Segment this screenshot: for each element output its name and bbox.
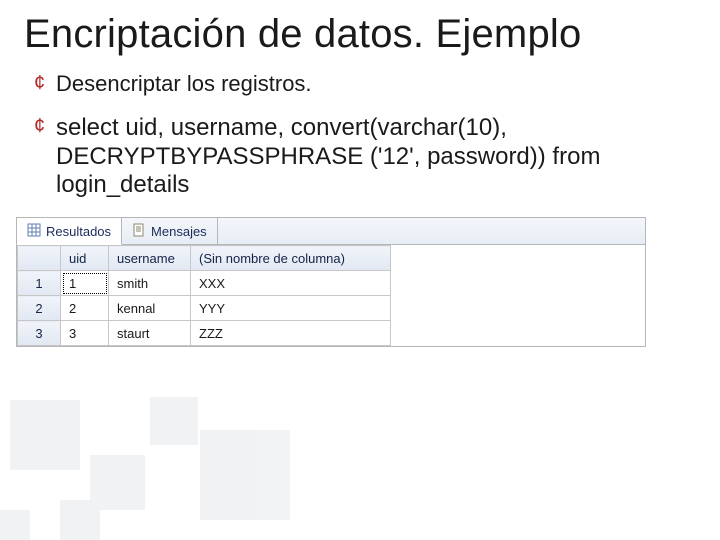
cell-col3[interactable]: XXX	[191, 271, 391, 296]
row-header[interactable]: 1	[18, 271, 61, 296]
row-header[interactable]: 3	[18, 321, 61, 346]
table-row[interactable]: 1 1 smith XXX	[18, 271, 391, 296]
cell-username[interactable]: kennal	[109, 296, 191, 321]
decorative-background	[0, 340, 320, 540]
tab-messages[interactable]: Mensajes	[122, 218, 218, 244]
col-header-username[interactable]: username	[109, 246, 191, 271]
col-header-uid[interactable]: uid	[61, 246, 109, 271]
results-tabstrip: Resultados Mensajes	[17, 218, 645, 245]
cell-uid[interactable]: 2	[61, 296, 109, 321]
bullet-1: ¢ Desencriptar los registros.	[34, 71, 686, 96]
cell-uid[interactable]: 3	[61, 321, 109, 346]
slide-title: Encriptación de datos. Ejemplo	[0, 0, 720, 65]
grid-header-row: uid username (Sin nombre de columna)	[18, 246, 391, 271]
cell-col3[interactable]: ZZZ	[191, 321, 391, 346]
bullet-marker-icon: ¢	[34, 71, 56, 96]
bullet-marker-icon: ¢	[34, 114, 56, 139]
table-row[interactable]: 2 2 kennal YYY	[18, 296, 391, 321]
cell-username[interactable]: smith	[109, 271, 191, 296]
cell-uid[interactable]: 1	[61, 271, 109, 296]
cell-col3[interactable]: YYY	[191, 296, 391, 321]
table-row[interactable]: 3 3 staurt ZZZ	[18, 321, 391, 346]
bullet-2: ¢ select uid, username, convert(varchar(…	[34, 114, 686, 199]
bullet-2-text: select uid, username, convert(varchar(10…	[56, 114, 686, 199]
grid-corner	[18, 246, 61, 271]
cell-username[interactable]: staurt	[109, 321, 191, 346]
tab-results-label: Resultados	[46, 224, 111, 239]
col-header-col3[interactable]: (Sin nombre de columna)	[191, 246, 391, 271]
bullet-1-text: Desencriptar los registros.	[56, 71, 312, 96]
results-grid[interactable]: uid username (Sin nombre de columna) 1 1…	[17, 245, 391, 346]
row-header[interactable]: 2	[18, 296, 61, 321]
tab-messages-label: Mensajes	[151, 224, 207, 239]
tab-results[interactable]: Resultados	[17, 218, 122, 245]
grid-icon	[27, 223, 41, 240]
results-panel: Resultados Mensajes uid username	[16, 217, 646, 347]
page-icon	[132, 223, 146, 240]
